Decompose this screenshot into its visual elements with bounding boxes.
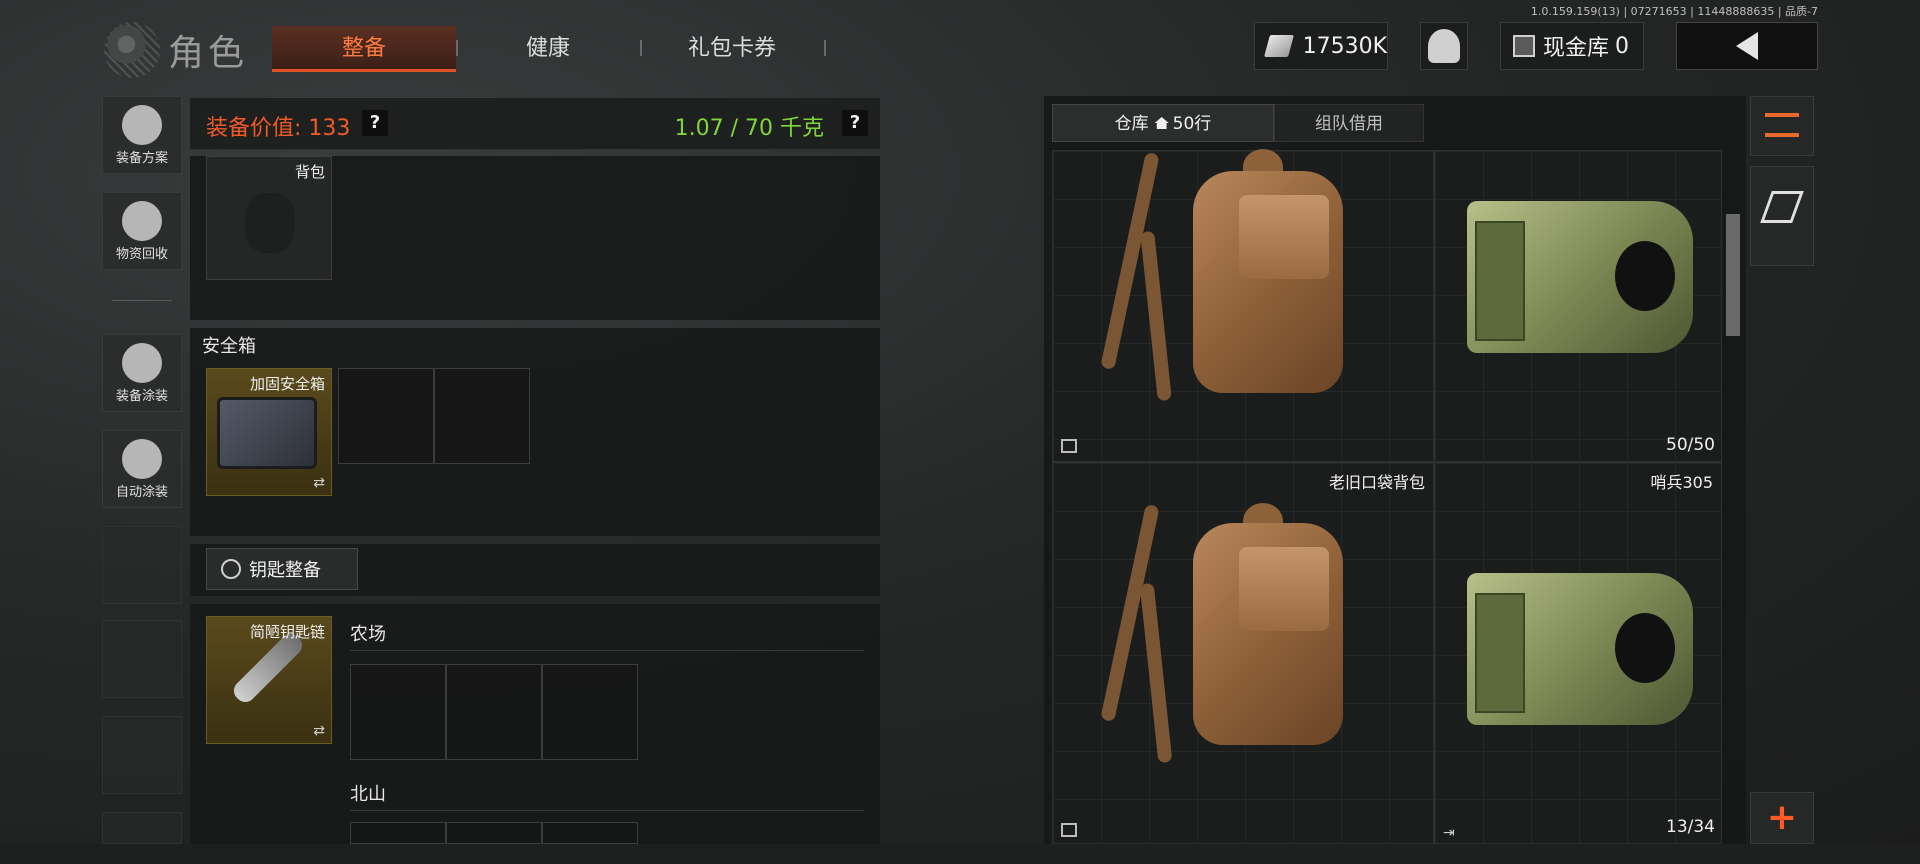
section-divider xyxy=(350,650,864,651)
add-button[interactable]: + xyxy=(1750,792,1814,844)
map-farm-label: 农场 xyxy=(350,624,386,645)
layer-download-button[interactable] xyxy=(1750,166,1814,266)
weight-value: 1.07 / 70 千克 xyxy=(674,116,824,141)
key-grid-cell[interactable] xyxy=(350,822,446,844)
sidebar-empty-slot xyxy=(102,716,182,794)
cash-vault-label: 现金库 xyxy=(1543,36,1610,61)
vault-icon xyxy=(1513,35,1535,57)
money-value: 17530K xyxy=(1302,33,1387,59)
sidebar-item-auto-paint[interactable]: 自动涂装 xyxy=(102,430,182,508)
item-count: 50/50 xyxy=(1666,435,1715,455)
sidebar-item-label: 自动涂装 xyxy=(115,485,168,500)
map-north-label: 北山 xyxy=(350,784,386,805)
equipment-value: 装备价值: 133 xyxy=(206,116,351,141)
swap-icon[interactable]: ⇄ xyxy=(313,475,325,491)
vest-opening xyxy=(1615,613,1675,683)
tab-warehouse[interactable]: 仓库 50行 xyxy=(1052,104,1274,142)
role-globe-icon xyxy=(104,22,160,78)
warehouse-item-cell[interactable]: 50/50 xyxy=(1434,150,1722,462)
key-grid-cell[interactable] xyxy=(350,664,446,760)
tab-team-borrow[interactable]: 组队借用 xyxy=(1274,104,1424,142)
sidebar-item-label: 装备方案 xyxy=(115,151,168,166)
key-grid-cell[interactable] xyxy=(446,664,542,760)
layers-download-icon xyxy=(1760,191,1804,223)
tab-separator xyxy=(824,40,826,56)
back-button[interactable] xyxy=(1676,22,1818,70)
bag-flap xyxy=(1239,195,1329,279)
backpack-placeholder-icon xyxy=(245,193,295,253)
weight-help-button[interactable]: ? xyxy=(842,110,868,136)
sidebar-divider xyxy=(112,300,172,301)
safebox-case-icon xyxy=(217,397,317,469)
key-loadout-button[interactable]: 钥匙整备 xyxy=(206,548,358,590)
tab-health[interactable]: 健康 xyxy=(456,26,640,72)
key-icon xyxy=(221,559,241,579)
money-display[interactable]: 17530K xyxy=(1254,22,1388,70)
stack-refresh-icon xyxy=(1765,113,1799,137)
sort-stack-button[interactable] xyxy=(1750,96,1814,156)
equipment-header: 装备价值: 133 ? 1.07 / 70 千克 ? xyxy=(190,98,880,150)
bag-strap xyxy=(1140,230,1172,402)
sidebar-empty-slot xyxy=(102,526,182,604)
cube-icon xyxy=(1061,823,1077,837)
backpack-slot[interactable]: 背包 xyxy=(206,156,332,280)
agent-avatar-icon xyxy=(1428,29,1460,63)
back-arrow-icon xyxy=(1736,32,1758,60)
cash-stack-icon xyxy=(1264,35,1294,57)
keychain-slot[interactable]: 简陋钥匙链 ⇄ xyxy=(206,616,332,744)
item-name: 老旧口袋背包 xyxy=(1328,473,1425,492)
vest-opening xyxy=(1615,241,1675,311)
version-text: 1.0.159.159(13) | 07271653 | 11448888635… xyxy=(1530,5,1818,18)
exit-icon: ⇥ xyxy=(1443,825,1455,841)
agent-button[interactable] xyxy=(1420,22,1468,70)
helmet-paint-icon xyxy=(122,343,162,383)
keychain-item-name: 简陋钥匙链 xyxy=(249,623,325,641)
vest-pouch xyxy=(1475,593,1525,713)
recycle-icon xyxy=(122,201,162,241)
sidebar-item-label: 物资回收 xyxy=(115,247,168,262)
page-title: 角色 xyxy=(168,33,249,74)
bag-strap xyxy=(1139,582,1173,764)
brush-gear-icon xyxy=(122,439,162,479)
safebox-item-name: 加固安全箱 xyxy=(249,375,325,393)
cash-vault-value: 0 xyxy=(1615,33,1630,59)
safebox-slot[interactable]: 加固安全箱 ⇄ xyxy=(206,368,332,496)
warehouse-scrollbar[interactable] xyxy=(1726,214,1740,336)
sidebar-item-loadout[interactable]: 装备方案 xyxy=(102,96,182,174)
warehouse-rows: 50行 xyxy=(1172,114,1212,134)
tab-equip[interactable]: 整备 xyxy=(272,26,456,72)
warehouse-item-cell[interactable]: 老旧口袋背包 xyxy=(1052,462,1434,844)
warehouse-tab-label: 仓库 xyxy=(1114,114,1149,134)
key-grid-cell[interactable] xyxy=(542,664,638,760)
vest-pouch xyxy=(1475,221,1525,341)
cash-vault-button[interactable]: 现金库 0 xyxy=(1500,22,1644,70)
sidebar-item-gear-paint[interactable]: 装备涂装 xyxy=(102,334,182,412)
safebox-grid-cell[interactable] xyxy=(434,368,530,464)
sidebar-item-label: 装备涂装 xyxy=(115,389,168,404)
sidebar-empty-slot xyxy=(102,620,182,698)
sidebar-empty-slot xyxy=(102,812,182,844)
key-grid-cell[interactable] xyxy=(542,822,638,844)
safebox-title: 安全箱 xyxy=(202,336,256,357)
sidebar-item-recycle[interactable]: 物资回收 xyxy=(102,192,182,270)
value-help-button[interactable]: ? xyxy=(362,110,388,136)
item-count: 13/34 xyxy=(1666,817,1715,837)
swap-icon[interactable]: ⇄ xyxy=(313,723,325,739)
backpack-slot-label: 背包 xyxy=(294,163,325,181)
helmet-loadout-icon xyxy=(122,105,162,145)
safebox-grid-cell[interactable] xyxy=(338,368,434,464)
bag-flap xyxy=(1239,547,1329,631)
section-divider xyxy=(350,810,864,811)
key-grid-cell[interactable] xyxy=(446,822,542,844)
item-name: 哨兵305 xyxy=(1650,473,1713,492)
home-icon xyxy=(1154,117,1169,129)
cube-icon xyxy=(1061,439,1077,453)
tab-gift-coupons[interactable]: 礼包卡券 xyxy=(640,26,824,72)
warehouse-tabs: 仓库 50行 组队借用 xyxy=(1052,104,1424,142)
warehouse-item-cell[interactable]: 哨兵305 ⇥ 13/34 xyxy=(1434,462,1722,844)
warehouse-item-cell[interactable] xyxy=(1052,149,1434,462)
key-loadout-label: 钥匙整备 xyxy=(249,560,321,581)
bottom-strip xyxy=(0,844,1920,864)
